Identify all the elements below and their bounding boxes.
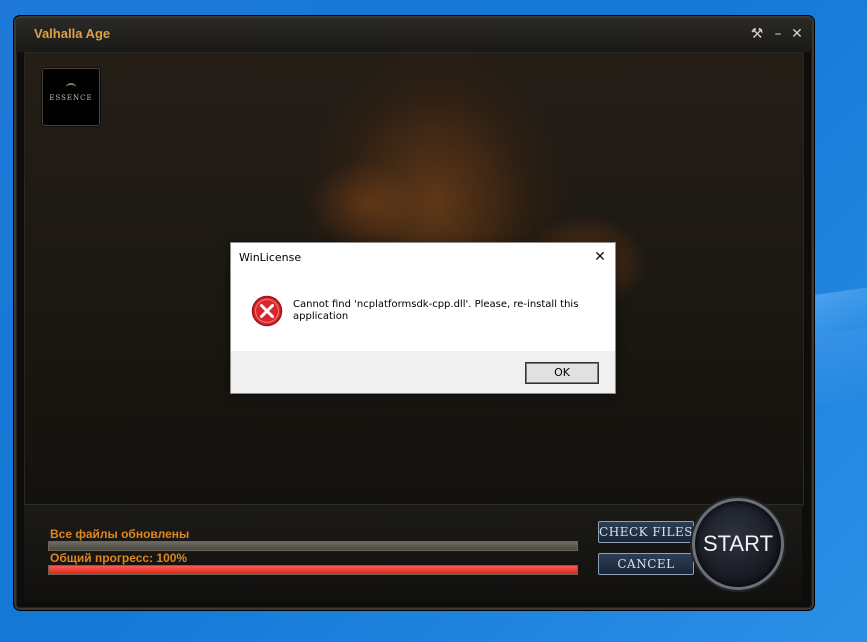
server-logo[interactable]: ESSENCE [42,68,100,126]
total-progress-label: Общий прогресс: 100% [50,551,188,565]
tools-icon[interactable]: ⚒ [749,26,765,42]
cancel-button[interactable]: CANCEL [598,553,694,575]
close-icon[interactable]: ✕ [789,26,805,42]
total-progress-fill [49,566,577,574]
minimize-icon[interactable]: – [770,26,786,42]
launcher-bottom-panel: Все файлы обновлены Общий прогресс: 100%… [24,504,802,601]
logo-text: ESSENCE [49,94,93,102]
dialog-title: WinLicense [239,251,302,264]
error-dialog: WinLicense ✕ Cannot find 'ncplatformsdk-… [230,242,616,394]
check-files-button[interactable]: CHECK FILES [598,521,694,543]
error-icon [251,295,283,327]
files-progress-fill [49,542,577,550]
dialog-close-icon[interactable]: ✕ [591,248,609,266]
update-status-label: Все файлы обновлены [50,527,190,541]
ok-button[interactable]: OK [525,362,599,384]
start-button[interactable]: START [692,498,784,590]
dialog-message: Cannot find 'ncplatformsdk-cpp.dll'. Ple… [293,299,579,322]
files-progress-bar [48,541,578,551]
launcher-title: Valhalla Age [34,26,111,41]
launcher-titlebar: Valhalla Age ⚒ – ✕ [16,18,812,52]
total-progress-bar [48,565,578,575]
crown-icon [66,83,76,91]
dialog-footer: OK [231,351,615,393]
